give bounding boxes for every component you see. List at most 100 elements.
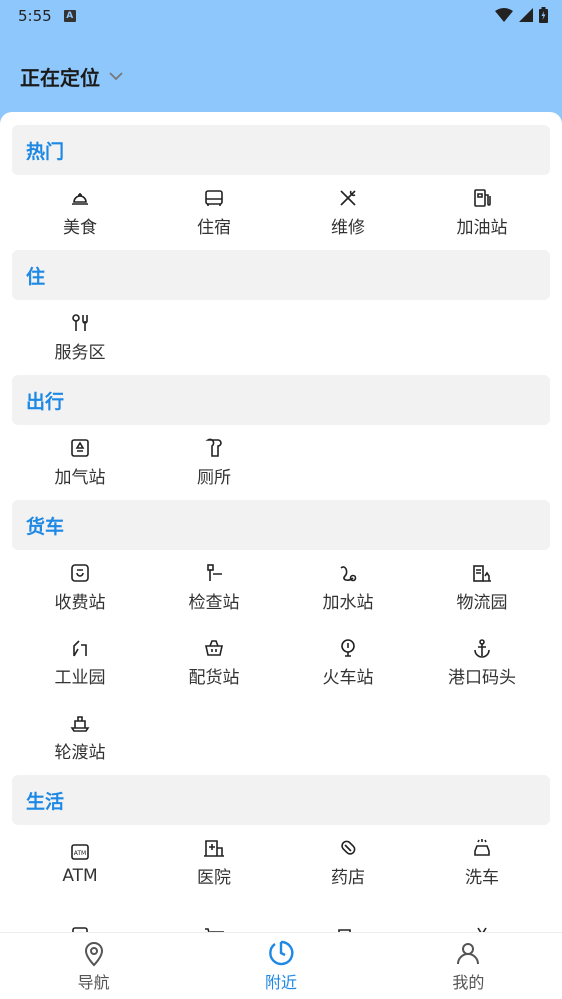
category-sheet: 热门美食 住宿 维修 加油站住服务区出行加气站 厕所货车收费站 检查站 加水站 物流园工业园 配…: [0, 112, 562, 932]
category-item[interactable]: 火车站: [281, 625, 415, 700]
category-label: 医院: [197, 868, 231, 888]
atm-icon: ATM: [71, 843, 89, 860]
location-title: 正在定位: [20, 65, 100, 90]
category-item[interactable]: 住宿: [147, 175, 281, 250]
category-item[interactable]: 加油站: [415, 175, 549, 250]
category-label: 检查站: [188, 593, 240, 613]
washer-icon: [72, 926, 88, 932]
bottom-nav: 导航 附近 我的: [0, 932, 562, 999]
nav-item[interactable]: 导航: [0, 933, 187, 999]
hospital-icon: [204, 840, 224, 857]
section-header: 生活: [12, 775, 550, 825]
category-label: 服务区: [54, 343, 106, 363]
notification-a-icon: A: [63, 10, 76, 22]
category-item[interactable]: 厕所: [147, 425, 281, 500]
category-item[interactable]: [13, 900, 147, 932]
category-item[interactable]: 加气站: [13, 425, 147, 500]
section-header: 住: [12, 250, 550, 300]
checkpoint-icon: [207, 564, 222, 581]
category-item[interactable]: 收费站: [13, 550, 147, 625]
truck-icon: [338, 928, 351, 932]
category-item[interactable]: 检查站: [147, 550, 281, 625]
status-icons: [495, 7, 548, 23]
category-label: 住宿: [197, 218, 231, 238]
pill-icon: [341, 840, 356, 855]
section-header: 热门: [12, 125, 550, 175]
fuel-icon: [474, 189, 491, 207]
category-label: 工业园: [54, 668, 106, 688]
category-label: 配货站: [188, 668, 240, 688]
category-grid: ATM ATM 医院 药店 洗车: [0, 825, 562, 932]
category-grid: 收费站 检查站 加水站 物流园工业园 配货站 火车站 港口码头轮渡站: [0, 550, 562, 775]
ferry-icon: [70, 716, 90, 732]
category-label: 厕所: [197, 468, 231, 488]
toll-icon: [71, 564, 89, 582]
section-header: 出行: [12, 375, 550, 425]
category-item[interactable]: [147, 900, 281, 932]
category-item[interactable]: 服务区: [13, 300, 147, 375]
signal-icon: [519, 8, 533, 22]
nav-item[interactable]: 附近: [187, 933, 374, 999]
nav-label: 我的: [452, 973, 485, 992]
category-item[interactable]: 药店: [281, 825, 415, 900]
sections-list: 热门美食 住宿 维修 加油站住服务区出行加气站 厕所货车收费站 检查站 加水站 物流园工业园 配…: [0, 125, 562, 932]
location-pin-icon: [84, 942, 103, 967]
status-bar: 5:55 A: [0, 0, 562, 32]
gas-station-icon: [71, 439, 89, 457]
category-label: 维修: [331, 218, 365, 238]
bed-icon: [205, 190, 223, 206]
category-label: 加水站: [322, 593, 374, 613]
industry-icon: [73, 640, 87, 657]
tools-icon: [340, 190, 356, 206]
category-grid: 加气站 厕所: [0, 425, 562, 500]
category-label: 物流园: [456, 593, 508, 613]
category-label: 火车站: [322, 668, 374, 688]
category-label: 洗车: [465, 868, 499, 888]
utensils-icon: [72, 314, 88, 331]
category-item[interactable]: 维修: [281, 175, 415, 250]
water-icon: [340, 566, 357, 582]
nav-label: 导航: [77, 973, 110, 992]
svg-text:ATM: ATM: [74, 850, 86, 857]
category-label: 加油站: [456, 218, 508, 238]
category-item[interactable]: 洗车: [415, 825, 549, 900]
category-item[interactable]: 港口码头: [415, 625, 549, 700]
category-label: 加气站: [54, 468, 106, 488]
cloche-icon: [72, 193, 88, 205]
category-label: 收费站: [54, 593, 106, 613]
category-grid: 服务区: [0, 300, 562, 375]
category-item[interactable]: ATM ATM: [13, 825, 147, 900]
user-icon: [457, 943, 480, 965]
category-item[interactable]: 加水站: [281, 550, 415, 625]
category-item[interactable]: 美食: [13, 175, 147, 250]
category-item[interactable]: 轮渡站: [13, 700, 147, 775]
anchor-icon: [474, 639, 490, 658]
category-label: 港口码头: [448, 668, 516, 688]
category-label: ATM: [62, 865, 98, 886]
category-item[interactable]: 医院: [147, 825, 281, 900]
battery-icon: [539, 7, 548, 23]
category-item[interactable]: 物流园: [415, 550, 549, 625]
location-selector[interactable]: 正在定位: [0, 56, 144, 96]
category-grid: 美食 住宿 维修 加油站: [0, 175, 562, 250]
toilet-paper-icon: [205, 438, 222, 457]
nearby-icon: [269, 940, 294, 966]
category-item[interactable]: [415, 900, 549, 932]
category-label: 美食: [63, 218, 97, 238]
chevron-down-icon: [109, 72, 123, 81]
category-item[interactable]: [281, 900, 415, 932]
scissors-icon: [477, 927, 487, 932]
category-label: 药店: [331, 868, 365, 888]
nav-label: 附近: [264, 973, 297, 992]
train-icon: [341, 639, 355, 657]
logistics-icon: [473, 565, 491, 582]
cart-icon: [205, 927, 225, 932]
basket-icon: [205, 640, 223, 656]
category-item[interactable]: 配货站: [147, 625, 281, 700]
section-header: 货车: [12, 500, 550, 550]
category-label: 轮渡站: [54, 743, 106, 763]
car-wash-icon: [474, 839, 490, 856]
nav-item[interactable]: 我的: [375, 933, 562, 999]
category-item[interactable]: 工业园: [13, 625, 147, 700]
status-time: 5:55: [18, 7, 52, 25]
